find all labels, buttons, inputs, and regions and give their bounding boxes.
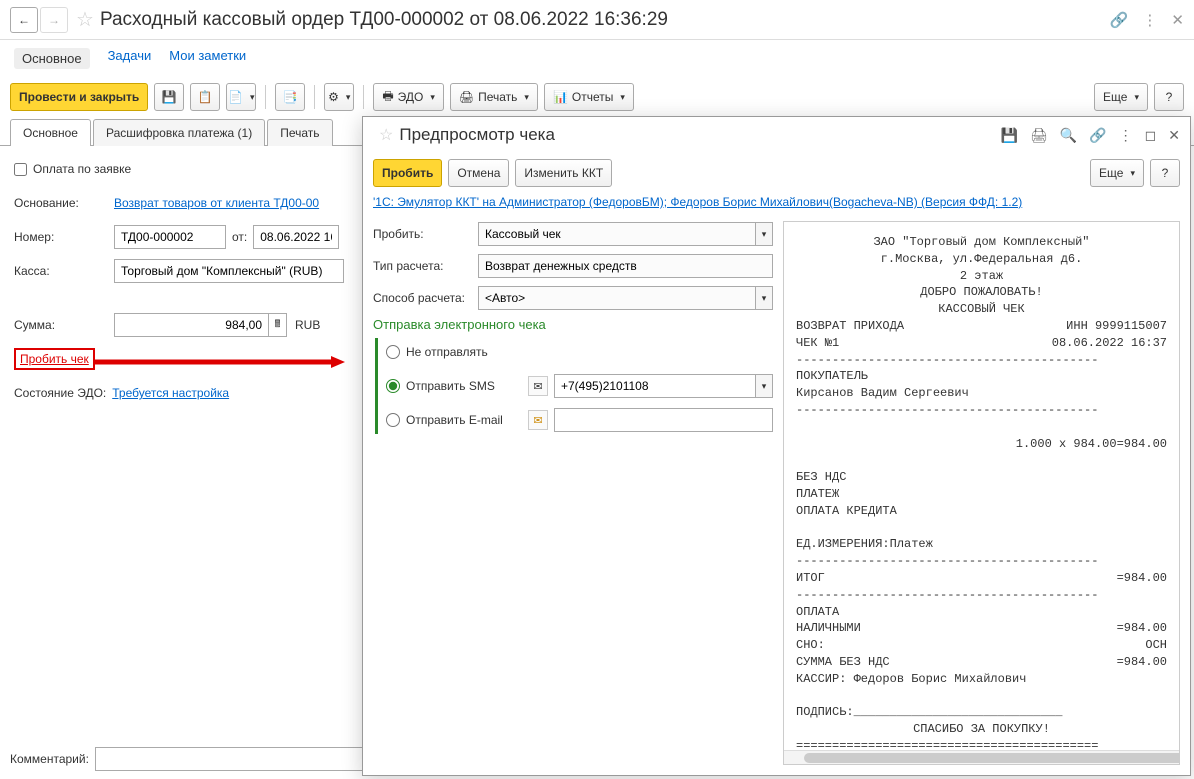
panel-print-icon[interactable]: 🖨 [1030, 127, 1048, 144]
send-sms-label: Отправить SMS [406, 379, 522, 393]
punch-type-label: Пробить: [373, 227, 478, 241]
dk-button[interactable]: 📄▾ [226, 83, 256, 111]
sub-tab-print[interactable]: Печать [267, 119, 332, 146]
favorite-star-icon[interactable]: ☆ [76, 7, 94, 32]
panel-star-icon[interactable]: ☆ [379, 125, 393, 145]
from-label: от: [232, 230, 247, 244]
section-nav: Основное Задачи Мои заметки [0, 40, 1194, 77]
reports-button[interactable]: 📊 Отчеты▾ [544, 83, 634, 111]
sub-tab-detail[interactable]: Расшифровка платежа (1) [93, 119, 265, 146]
main-toolbar: Провести и закрыть 💾 📋 📄▾ 📑 ⚙▾ 🖶 ЭДО▾ 🖨 … [0, 77, 1194, 118]
nav-tab-notes[interactable]: Мои заметки [169, 48, 246, 69]
email-field[interactable] [554, 408, 773, 432]
cash-label: Касса: [14, 264, 114, 278]
panel-more-icon[interactable]: ⋮ [1119, 127, 1133, 144]
panel-link-icon[interactable]: 🔗 [1089, 127, 1106, 144]
pay-by-request-label: Оплата по заявке [33, 162, 131, 176]
panel-close-icon[interactable]: ✕ [1168, 127, 1180, 144]
basis-link[interactable]: Возврат товаров от клиента ТД00-00 [114, 196, 319, 210]
punch-button[interactable]: Пробить [373, 159, 442, 187]
sub-tab-main[interactable]: Основное [10, 119, 91, 146]
nav-forward-button[interactable]: → [40, 7, 68, 33]
post-button[interactable]: 📋 [190, 83, 220, 111]
send-email-radio[interactable] [386, 413, 400, 427]
help-button[interactable]: ? [1154, 83, 1184, 111]
structure-button[interactable]: 📑 [275, 83, 305, 111]
save-button[interactable]: 💾 [154, 83, 184, 111]
phone-field[interactable] [554, 374, 755, 398]
dropdown-icon[interactable]: ▾ [755, 374, 773, 398]
punch-type-select[interactable] [478, 222, 755, 246]
link-icon[interactable]: 🔗 [1110, 11, 1129, 29]
basis-label: Основание: [14, 196, 114, 210]
dropdown-icon[interactable]: ▾ [755, 286, 773, 310]
more-button[interactable]: Еще▾ [1094, 83, 1148, 111]
panel-title: Предпросмотр чека [399, 125, 1000, 145]
no-send-radio[interactable] [386, 345, 400, 359]
date-field[interactable] [253, 225, 339, 249]
receipt-company: ЗАО "Торговый дом Комплексный" [796, 234, 1167, 251]
cancel-button[interactable]: Отмена [448, 159, 509, 187]
settings-button[interactable]: ⚙▾ [324, 83, 354, 111]
send-email-label: Отправить E-mail [406, 413, 522, 427]
close-icon[interactable]: ✕ [1171, 11, 1184, 29]
edo-state-link[interactable]: Требуется настройка [112, 386, 229, 400]
send-sms-radio[interactable] [386, 379, 400, 393]
calc-method-label: Способ расчета: [373, 291, 478, 305]
post-and-close-button[interactable]: Провести и закрыть [10, 83, 148, 111]
change-kkt-button[interactable]: Изменить ККТ [515, 159, 612, 187]
calculator-icon[interactable]: 🖩 [269, 313, 287, 337]
kkt-info-link[interactable]: '1С: Эмулятор ККТ' на Администратор (Фед… [363, 193, 1190, 217]
panel-save-icon[interactable]: 💾 [1001, 127, 1018, 144]
sum-label: Сумма: [14, 318, 114, 332]
window-header: ← → ☆ Расходный кассовый ордер ТД00-0000… [0, 0, 1194, 40]
number-field[interactable] [114, 225, 226, 249]
punch-check-link[interactable]: Пробить чек [14, 348, 95, 370]
receipt-addr: г.Москва, ул.Федеральная д6. [796, 251, 1167, 268]
panel-form: Пробить: ▾ Тип расчета: Способ расчета: … [363, 217, 783, 775]
calc-method-select[interactable] [478, 286, 755, 310]
pay-by-request-checkbox[interactable] [14, 163, 27, 176]
email-icon: ✉ [528, 410, 548, 430]
horizontal-scrollbar[interactable] [784, 750, 1179, 764]
comment-label: Комментарий: [10, 752, 89, 766]
no-send-label: Не отправлять [406, 345, 522, 359]
calc-type-label: Тип расчета: [373, 259, 478, 273]
edo-button[interactable]: 🖶 ЭДО▾ [373, 83, 444, 111]
sms-icon: ✉ [528, 376, 548, 396]
number-label: Номер: [14, 230, 114, 244]
sum-field[interactable] [114, 313, 269, 337]
panel-preview-icon[interactable]: 🔍 [1060, 127, 1077, 144]
dropdown-icon[interactable]: ▾ [755, 222, 773, 246]
nav-tab-main[interactable]: Основное [14, 48, 90, 69]
more-vert-icon[interactable]: ⋮ [1142, 11, 1157, 29]
page-title: Расходный кассовый ордер ТД00-000002 от … [100, 9, 1110, 31]
currency-label: RUB [295, 318, 320, 332]
cash-field[interactable] [114, 259, 344, 283]
panel-more-button[interactable]: Еще▾ [1090, 159, 1144, 187]
receipt-check-type: КАССОВЫЙ ЧЕК [796, 301, 1167, 318]
calc-type-field[interactable] [478, 254, 773, 278]
send-section-head: Отправка электронного чека [373, 317, 773, 332]
nav-back-button[interactable]: ← [10, 7, 38, 33]
panel-maximize-icon[interactable]: ◻ [1145, 127, 1157, 144]
receipt-floor: 2 этаж [796, 268, 1167, 285]
edo-state-label: Состояние ЭДО: [14, 386, 106, 400]
receipt-preview-panel: ☆ Предпросмотр чека 💾 🖨 🔍 🔗 ⋮ ◻ ✕ Пробит… [362, 116, 1191, 776]
print-button[interactable]: 🖨 Печать▾ [450, 83, 538, 111]
panel-help-button[interactable]: ? [1150, 159, 1180, 187]
receipt-welcome: ДОБРО ПОЖАЛОВАТЬ! [796, 284, 1167, 301]
receipt-preview: ЗАО "Торговый дом Комплексный" г.Москва,… [783, 221, 1180, 765]
nav-tab-tasks[interactable]: Задачи [108, 48, 152, 69]
